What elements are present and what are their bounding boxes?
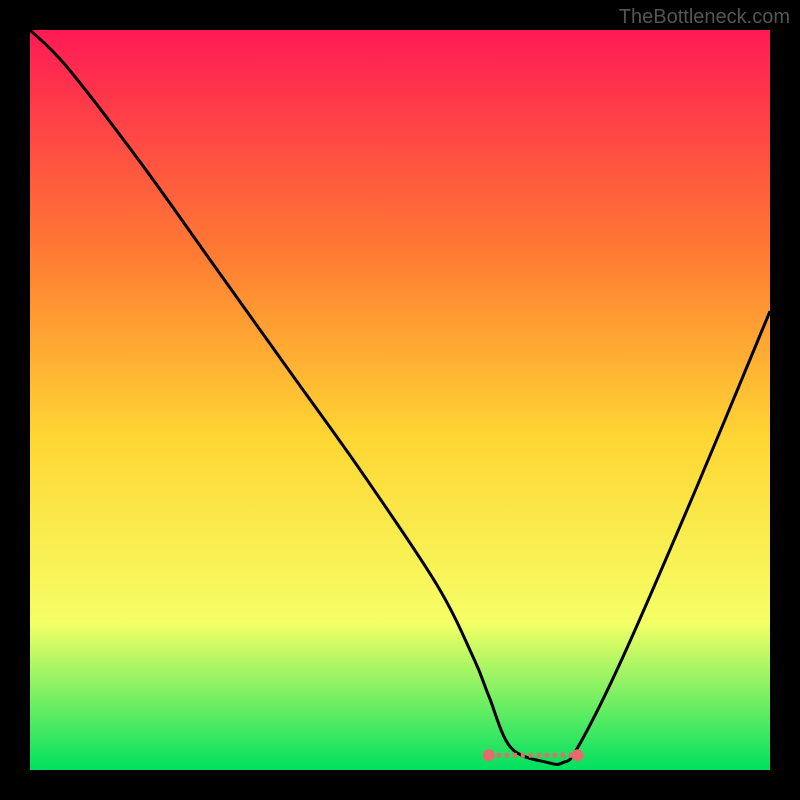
gradient-background: [30, 30, 770, 770]
plot-area: [30, 30, 770, 770]
chart-svg: [30, 30, 770, 770]
watermark-text: TheBottleneck.com: [619, 6, 790, 29]
chart-container: TheBottleneck.com: [0, 0, 800, 800]
